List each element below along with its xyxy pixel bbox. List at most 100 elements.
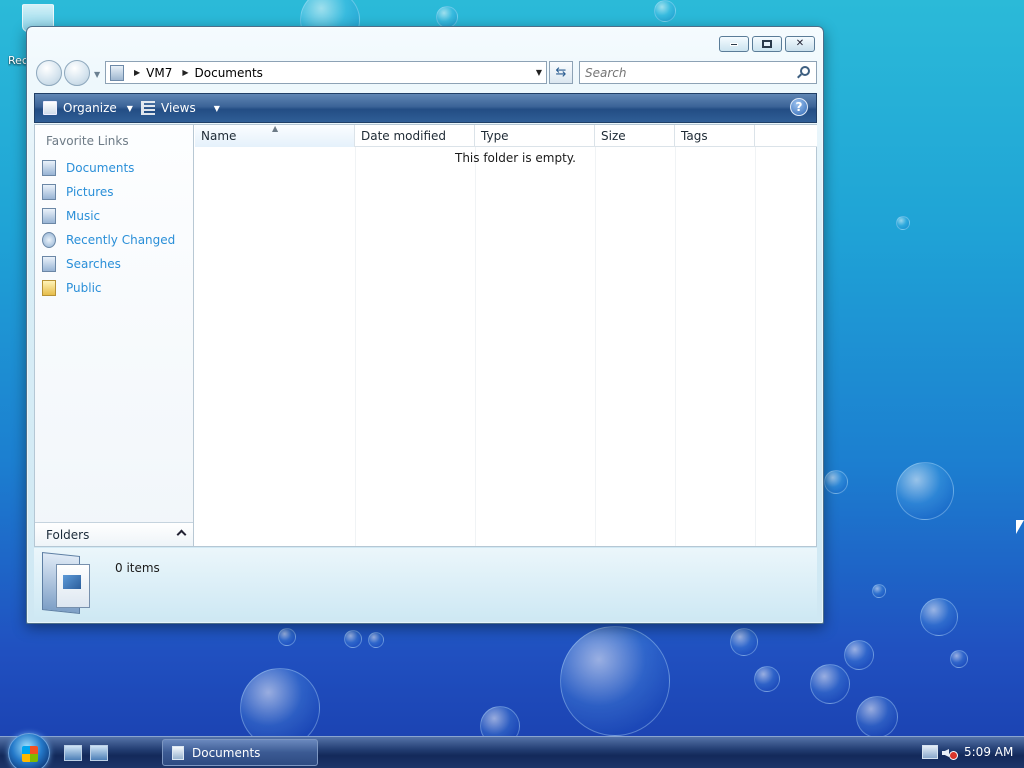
address-folder-icon [110,64,124,81]
views-button[interactable]: Views ▼ [137,97,224,119]
favorite-link-label: Pictures [66,185,114,199]
volume-muted-icon[interactable] [942,745,958,761]
bubble [844,640,874,670]
caption-buttons: ✕ [719,36,815,52]
organize-label: Organize [63,101,117,115]
organize-icon [43,101,57,115]
explorer-window: ✕ ▼ ▶ VM7 ▶ Documents ▼ ⇆ Organize ▼ [26,26,824,624]
close-icon: ✕ [795,38,805,49]
organize-button[interactable]: Organize ▼ [39,97,137,119]
favorite-links-heading: Favorite Links [46,134,129,148]
windows-logo-icon [22,746,38,762]
taskbar: Documents 5:09 AM [0,733,1024,768]
column-divider [595,147,596,546]
bubble [368,632,384,648]
search-box[interactable] [579,61,817,84]
clock[interactable]: 5:09 AM [964,745,1013,759]
music-icon [42,208,56,224]
switch-windows-icon[interactable] [90,745,108,761]
bubble [896,216,910,230]
back-button[interactable] [36,60,62,86]
bubble [654,0,676,22]
searches-icon [42,256,56,272]
mouse-cursor-icon [1016,520,1024,534]
content-area: Favorite Links Documents Pictures Music … [34,124,817,547]
favorite-link-label: Public [66,281,102,295]
taskbar-button-documents[interactable]: Documents [162,739,318,766]
address-bar[interactable]: ▶ VM7 ▶ Documents ▼ [105,61,547,84]
favorite-link-label: Documents [66,161,135,175]
refresh-icon: ⇆ [555,65,567,80]
file-list-pane[interactable]: ▲ Name Date modified Type Size Tags This… [195,125,817,546]
close-button[interactable]: ✕ [785,36,815,52]
recently-changed-icon [42,232,56,248]
column-header-date-modified[interactable]: Date modified [355,125,475,147]
breadcrumb-documents[interactable]: Documents [195,66,263,80]
maximize-button[interactable] [752,36,782,52]
documents-folder-icon [172,745,184,760]
chevron-up-icon [176,529,187,540]
bubble [824,470,848,494]
documents-folder-large-icon [42,552,92,614]
chevron-down-icon: ▼ [126,103,133,113]
breadcrumb-vm7[interactable]: VM7 [146,66,172,80]
taskbar-button-label: Documents [192,745,261,760]
maximize-icon [762,40,772,48]
navigation-bar: ▼ ▶ VM7 ▶ Documents ▼ ⇆ [35,60,817,86]
system-tray: 5:09 AM [914,737,1024,768]
favorite-link-music[interactable]: Music [41,204,175,228]
bubble [730,628,758,656]
mute-badge [949,751,958,760]
history-buttons: ▼ [36,60,100,86]
bubble [278,628,296,646]
show-desktop-icon[interactable] [64,745,82,761]
recent-pages-dropdown-icon[interactable]: ▼ [94,70,100,79]
item-count: 0 items [115,561,160,575]
column-header-type[interactable]: Type [475,125,595,147]
chevron-down-icon: ▼ [213,103,220,113]
folders-toggle[interactable]: Folders [35,522,193,546]
speaker-shape [942,749,949,757]
favorite-link-searches[interactable]: Searches [41,252,175,276]
start-button[interactable] [8,733,50,768]
sort-ascending-icon: ▲ [272,124,279,133]
breadcrumb-arrow-icon[interactable]: ▶ [182,68,188,77]
bubble [436,6,458,28]
column-header-tags[interactable]: Tags [675,125,755,147]
views-icon [141,101,155,115]
column-divider [475,147,476,546]
details-pane: 0 items [34,548,817,617]
breadcrumb-arrow-icon[interactable]: ▶ [134,68,140,77]
help-button[interactable]: ? [790,98,808,116]
bubble [896,462,954,520]
bubble [560,626,670,736]
bubble [920,598,958,636]
column-header-name[interactable]: ▲ Name [195,125,355,147]
column-divider [355,147,356,546]
minimize-button[interactable] [719,36,749,52]
favorite-link-documents[interactable]: Documents [41,156,175,180]
bubble [950,650,968,668]
column-header-size[interactable]: Size [595,125,675,147]
address-dropdown-icon[interactable]: ▼ [536,68,542,77]
bubble [872,584,886,598]
pictures-icon [42,184,56,200]
bubble [344,630,362,648]
command-toolbar: Organize ▼ Views ▼ ? [34,93,817,123]
search-input[interactable] [585,65,785,80]
network-icon[interactable] [922,745,938,759]
search-icon[interactable] [800,66,810,76]
navigation-pane: Favorite Links Documents Pictures Music … [35,125,194,546]
folders-label: Folders [46,528,90,542]
favorite-link-label: Searches [66,257,121,271]
favorite-link-recently-changed[interactable]: Recently Changed [41,228,175,252]
refresh-button[interactable]: ⇆ [549,61,573,84]
bubble [810,664,850,704]
forward-button[interactable] [64,60,90,86]
favorite-link-public[interactable]: Public [41,276,175,300]
favorite-link-label: Music [66,209,101,223]
favorite-link-pictures[interactable]: Pictures [41,180,175,204]
bubble [856,696,898,738]
column-divider [755,147,756,546]
public-folder-icon [42,280,56,296]
